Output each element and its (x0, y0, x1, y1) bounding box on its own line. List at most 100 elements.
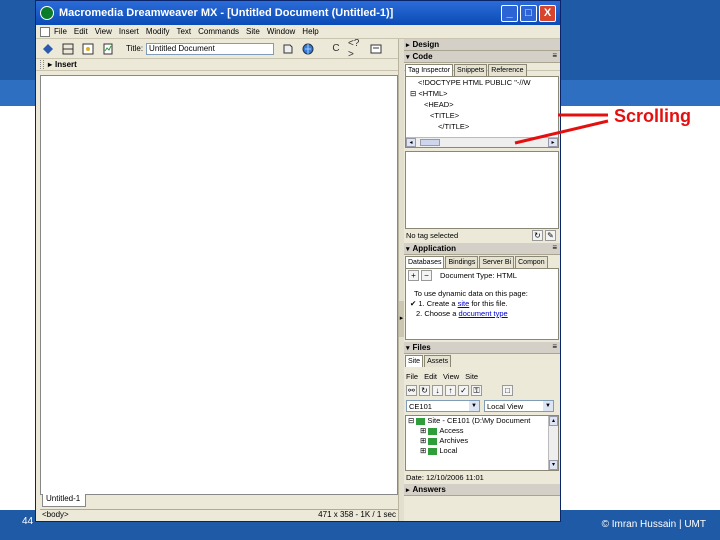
scroll-left-icon[interactable]: ◂ (406, 138, 416, 147)
database-actions: + − Document Type: HTML (406, 269, 558, 281)
site-file-tree[interactable]: ⊟ Site - CE101 (D:\My Document ⊞ Access … (405, 415, 559, 471)
panel-options-icon[interactable]: ≡ (552, 342, 557, 351)
menu-site[interactable]: Site (246, 27, 260, 36)
menu-bar: File Edit View Insert Modify Text Comman… (36, 25, 560, 39)
design-panel-label: Design (412, 40, 440, 49)
tab-components[interactable]: Compon (515, 256, 548, 268)
connect-icon[interactable]: ⚯ (406, 384, 417, 396)
scroll-down-icon[interactable]: ▾ (549, 460, 558, 470)
tab-snippets[interactable]: Snippets (454, 64, 488, 76)
document-size-info: 471 x 358 - 1K / 1 sec (318, 510, 396, 519)
tree-item[interactable]: ⊞ Local (406, 446, 558, 456)
grip-handle[interactable] (40, 60, 44, 69)
menu-view[interactable]: View (95, 27, 112, 36)
close-button[interactable]: X (539, 4, 556, 22)
create-site-link[interactable]: site (458, 299, 470, 308)
add-database-icon[interactable]: + (408, 269, 419, 281)
tree-item[interactable]: ⊞ Archives (406, 436, 558, 446)
code-panel-header[interactable]: ▾ Code ≡ (404, 51, 560, 63)
answers-panel-header[interactable]: ▸ Answers (404, 484, 560, 496)
panel-options-icon[interactable]: ≡ (552, 51, 557, 60)
expand-arrow-icon: ▸ (406, 41, 410, 49)
tag-attributes-area[interactable] (405, 151, 559, 229)
tag-selector[interactable]: <body> (42, 510, 69, 521)
tab-tag-inspector[interactable]: Tag Inspector (405, 64, 454, 76)
show-split-view-icon[interactable] (60, 41, 76, 57)
chevron-down-icon: ▼ (469, 401, 479, 411)
panel-options-icon[interactable]: ≡ (552, 243, 557, 252)
collapse-arrow-icon: ▾ (406, 344, 410, 352)
menu-insert[interactable]: Insert (119, 27, 139, 36)
expand-icon[interactable]: □ (502, 384, 513, 396)
tab-server-behaviors[interactable]: Server Bi (479, 256, 515, 268)
scroll-right-icon[interactable]: ▸ (548, 138, 558, 147)
dreamweaver-window: Macromedia Dreamweaver MX - [Untitled Do… (35, 0, 561, 522)
remove-database-icon[interactable]: − (421, 269, 432, 281)
title-label: Title: (126, 44, 144, 53)
scroll-up-icon[interactable]: ▴ (549, 416, 558, 426)
document-tab[interactable]: Untitled-1 (42, 494, 86, 507)
folder-icon (428, 437, 438, 445)
files-menu-file[interactable]: File (406, 372, 418, 381)
tree-item-label: Local (439, 446, 458, 455)
minimize-button[interactable]: _ (501, 4, 518, 22)
tab-databases[interactable]: Databases (405, 256, 445, 268)
code-line: ⊟ <HTML> (410, 89, 448, 98)
choose-document-type-link[interactable]: document type (459, 309, 508, 318)
show-design-view-icon[interactable] (80, 41, 96, 57)
document-canvas[interactable] (40, 75, 398, 495)
refresh-icon[interactable]: ↻ (419, 384, 430, 396)
tab-reference[interactable]: Reference (488, 64, 527, 76)
view-select[interactable]: Local View ▼ (484, 400, 554, 412)
view-options-icon[interactable] (368, 41, 384, 57)
files-menu-site[interactable]: Site (465, 372, 478, 381)
code-panel-label: Code (412, 52, 433, 61)
tab-assets[interactable]: Assets (424, 355, 452, 367)
tree-root[interactable]: ⊟ Site - CE101 (D:\My Document (406, 416, 558, 426)
preview-in-browser-icon[interactable] (300, 41, 316, 57)
slide-number: 44 (22, 516, 34, 527)
vertical-scrollbar[interactable]: ▴ ▾ (548, 416, 558, 470)
menu-help[interactable]: Help (302, 27, 318, 36)
menu-window[interactable]: Window (267, 27, 295, 36)
files-menu-view[interactable]: View (443, 372, 459, 381)
files-panel-tabs: Site Assets (405, 355, 559, 367)
files-panel-header[interactable]: ▾ Files ≡ (404, 342, 560, 354)
check-out-icon[interactable]: ✓ (458, 384, 469, 396)
chevron-down-icon: ▼ (543, 401, 553, 411)
file-management-icon[interactable] (280, 41, 296, 57)
scroll-thumb[interactable] (420, 139, 440, 146)
expand-arrow-icon: ▸ (48, 60, 53, 69)
site-select[interactable]: CE101 ▼ (406, 400, 480, 412)
design-panel-header[interactable]: ▸ Design (404, 39, 560, 51)
collapse-arrow-icon: ▾ (406, 53, 410, 61)
refresh-icon[interactable]: ↻ (532, 229, 543, 241)
files-menu-edit[interactable]: Edit (424, 372, 437, 381)
code-navigation-icon[interactable]: <?> (348, 38, 364, 60)
code-panel-tabs: Tag Inspector Snippets Reference (405, 64, 559, 76)
tab-site[interactable]: Site (405, 355, 424, 367)
refresh-icon[interactable]: C (328, 41, 344, 57)
menu-commands[interactable]: Commands (198, 27, 239, 36)
tab-bindings[interactable]: Bindings (445, 256, 479, 268)
menu-file[interactable]: File (54, 27, 67, 36)
tag-tree-view[interactable]: <!DOCTYPE HTML PUBLIC "-//W ⊟ <HTML> <HE… (405, 76, 559, 148)
files-panel-label: Files (412, 343, 431, 352)
horizontal-scrollbar[interactable]: ◂ ▸ (406, 137, 558, 147)
put-files-icon[interactable]: ↑ (445, 384, 456, 396)
edit-tag-icon[interactable]: ✎ (545, 229, 556, 241)
live-data-icon[interactable] (100, 41, 116, 57)
menu-modify[interactable]: Modify (146, 27, 170, 36)
tree-item[interactable]: ⊞ Access (406, 426, 558, 436)
maximize-button[interactable]: □ (520, 4, 537, 22)
step-2-prefix: 2. Choose a (416, 309, 459, 318)
page-title-input[interactable] (146, 42, 275, 55)
menu-edit[interactable]: Edit (74, 27, 88, 36)
show-code-view-icon[interactable] (40, 41, 56, 57)
menu-text[interactable]: Text (176, 27, 191, 36)
get-files-icon[interactable]: ↓ (432, 384, 443, 396)
check-in-icon[interactable]: ⚿ (471, 384, 482, 396)
step-1-prefix: 1. Create a (418, 299, 458, 308)
application-panel-header[interactable]: ▾ Application ≡ (404, 243, 560, 255)
tree-item-label: Archives (439, 436, 469, 445)
